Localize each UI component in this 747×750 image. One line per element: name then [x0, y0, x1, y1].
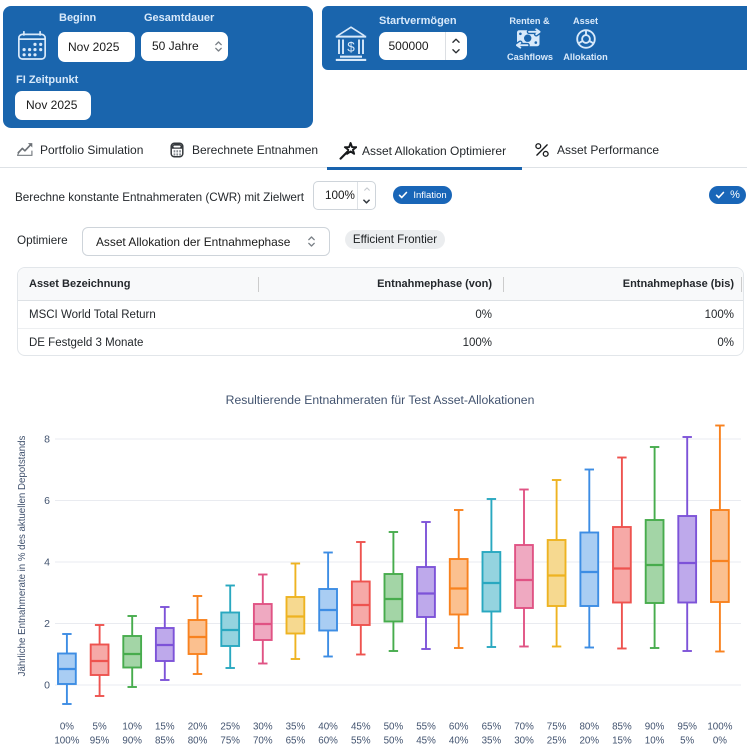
svg-text:60%: 60% [449, 721, 469, 732]
svg-text:85%: 85% [155, 735, 175, 746]
svg-text:25%: 25% [220, 721, 240, 732]
svg-text:40%: 40% [318, 721, 338, 732]
svg-text:5%: 5% [680, 735, 694, 746]
svg-text:45%: 45% [416, 735, 436, 746]
svg-text:80%: 80% [579, 721, 599, 732]
svg-text:Resultierende Entnahmeraten fü: Resultierende Entnahmeraten für Test Ass… [226, 393, 535, 407]
svg-text:85%: 85% [612, 721, 632, 732]
svg-text:95%: 95% [90, 735, 110, 746]
svg-text:35%: 35% [482, 735, 502, 746]
svg-text:100%: 100% [54, 735, 79, 746]
svg-text:45%: 45% [351, 721, 371, 732]
svg-text:80%: 80% [188, 735, 208, 746]
svg-text:25%: 25% [547, 735, 567, 746]
svg-text:70%: 70% [253, 735, 273, 746]
svg-text:75%: 75% [220, 735, 240, 746]
svg-text:60%: 60% [318, 735, 338, 746]
svg-text:0: 0 [44, 680, 50, 692]
svg-text:10%: 10% [645, 735, 665, 746]
svg-text:15%: 15% [612, 735, 632, 746]
svg-text:70%: 70% [514, 721, 534, 732]
svg-text:4: 4 [44, 557, 50, 569]
svg-text:50%: 50% [384, 721, 404, 732]
svg-text:40%: 40% [449, 735, 469, 746]
svg-text:90%: 90% [122, 735, 142, 746]
svg-text:75%: 75% [547, 721, 567, 732]
svg-text:20%: 20% [188, 721, 208, 732]
svg-text:30%: 30% [253, 721, 273, 732]
svg-text:65%: 65% [482, 721, 502, 732]
svg-text:6: 6 [44, 495, 50, 507]
svg-text:2: 2 [44, 618, 50, 630]
svg-text:55%: 55% [351, 735, 371, 746]
svg-text:0%: 0% [60, 721, 74, 732]
svg-text:65%: 65% [286, 735, 306, 746]
svg-text:5%: 5% [93, 721, 107, 732]
svg-text:30%: 30% [514, 735, 534, 746]
svg-text:55%: 55% [416, 721, 436, 732]
svg-text:100%: 100% [707, 721, 732, 732]
svg-text:10%: 10% [122, 721, 142, 732]
svg-text:$: $ [347, 40, 355, 55]
svg-text:0%: 0% [713, 735, 727, 746]
svg-text:15%: 15% [155, 721, 175, 732]
svg-text:20%: 20% [579, 735, 599, 746]
svg-text:Jährliche Entnahmerate in % de: Jährliche Entnahmerate in % des aktuelle… [17, 435, 28, 676]
svg-text:35%: 35% [286, 721, 306, 732]
svg-text:50%: 50% [384, 735, 404, 746]
svg-text:95%: 95% [677, 721, 697, 732]
svg-text:90%: 90% [645, 721, 665, 732]
svg-text:8: 8 [44, 434, 50, 446]
